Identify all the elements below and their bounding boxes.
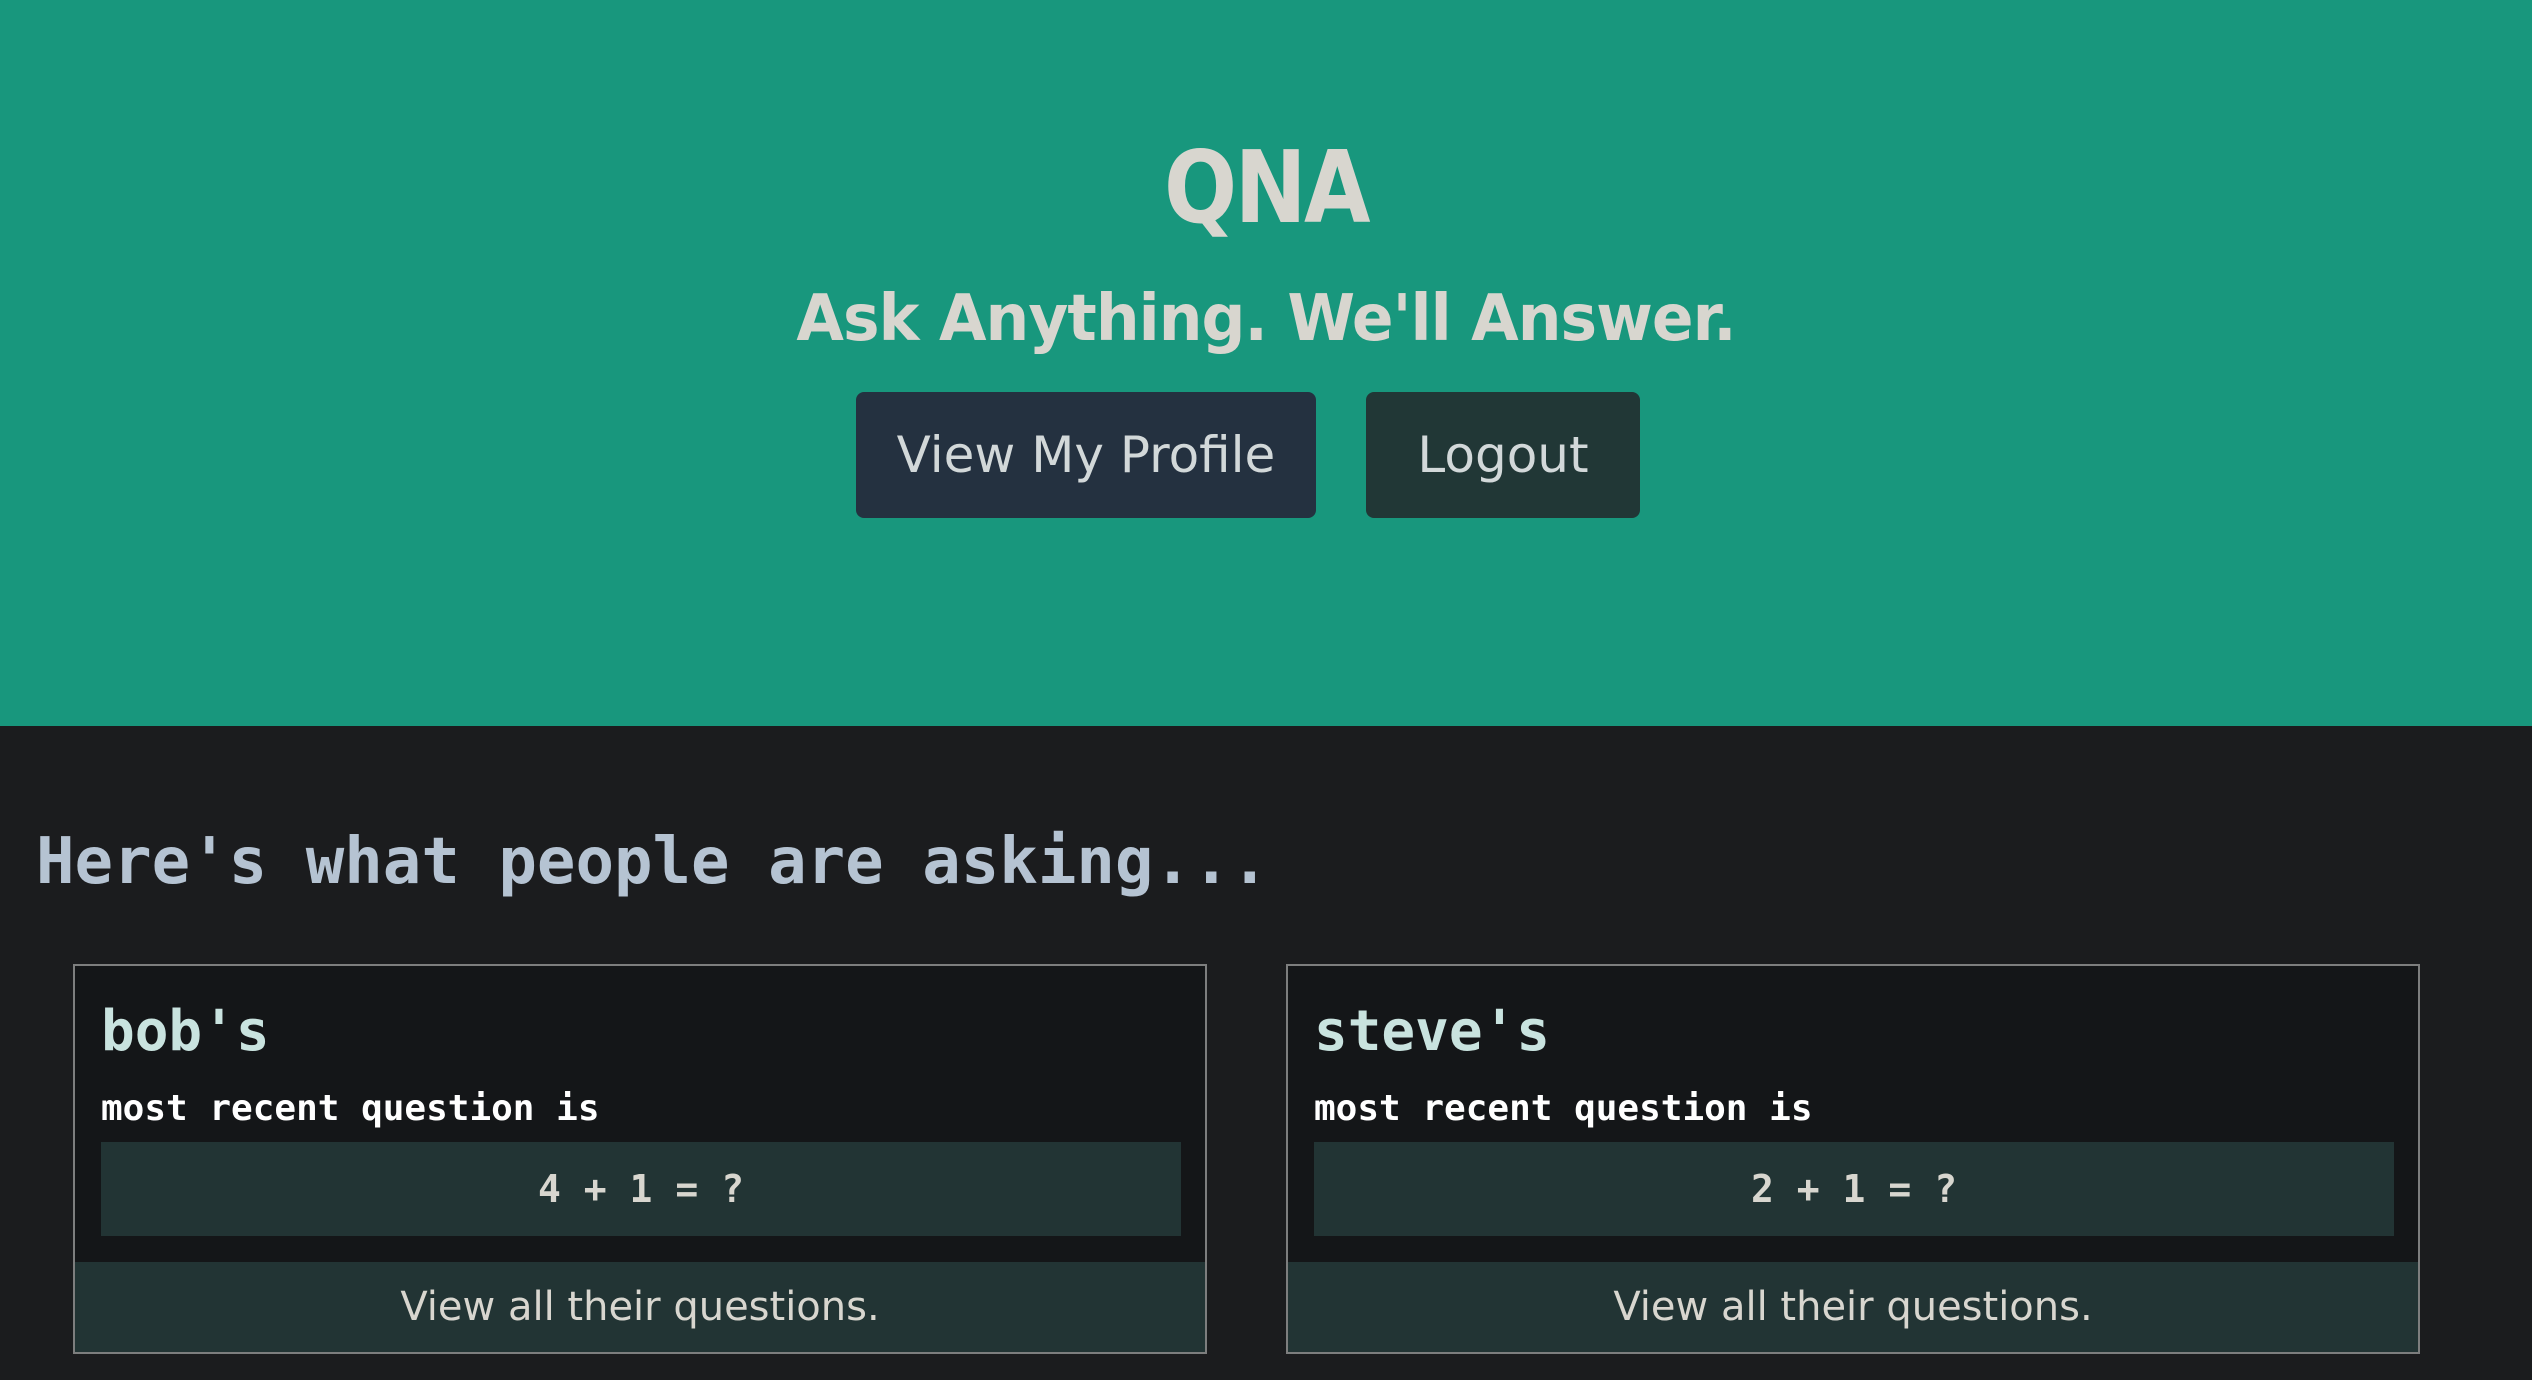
card-caption: most recent question is xyxy=(1314,1088,1813,1129)
view-all-questions-link[interactable]: View all their questions. xyxy=(75,1262,1205,1352)
hero-banner: QNA Ask Anything. We'll Answer. View My … xyxy=(0,0,2532,726)
question-card-bob: bob's most recent question is 4 + 1 = ? … xyxy=(73,964,1207,1354)
view-profile-button[interactable]: View My Profile xyxy=(856,392,1316,518)
logout-button[interactable]: Logout xyxy=(1366,392,1640,518)
recent-question: 4 + 1 = ? xyxy=(101,1142,1181,1236)
site-title: QNA xyxy=(1164,129,1370,246)
site-tagline: Ask Anything. We'll Answer. xyxy=(796,282,1736,356)
card-caption: most recent question is xyxy=(101,1088,600,1129)
section-heading: Here's what people are asking... xyxy=(36,825,1269,899)
recent-question: 2 + 1 = ? xyxy=(1314,1142,2394,1236)
question-card-steve: steve's most recent question is 2 + 1 = … xyxy=(1286,964,2420,1354)
card-username: steve's xyxy=(1314,999,1551,1064)
card-username: bob's xyxy=(101,999,270,1064)
view-all-questions-link[interactable]: View all their questions. xyxy=(1288,1262,2418,1352)
